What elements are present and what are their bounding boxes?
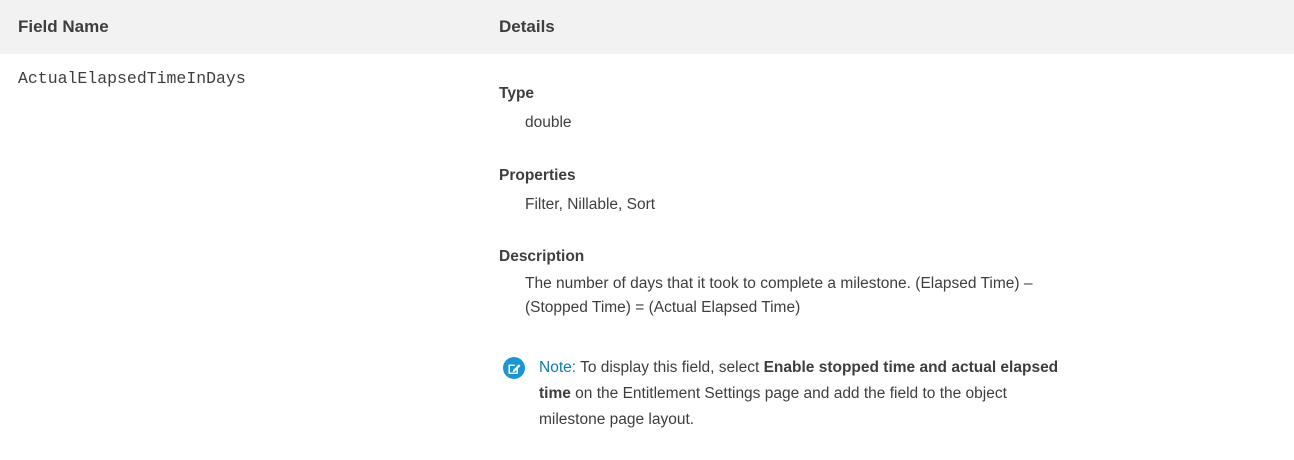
note-text-before: To display this field, select [580, 359, 764, 376]
description-label: Description [499, 248, 585, 265]
field-name-column-header: Field Name [18, 17, 109, 36]
field-table: Field Name Details ActualElapsedTimeInDa… [0, 0, 1294, 460]
properties-value: Filter, Nillable, Sort [525, 196, 656, 213]
details-column-header: Details [499, 17, 555, 36]
type-label: Type [499, 85, 535, 102]
note-text: Note: To display this field, select Enabl… [539, 355, 1069, 433]
table-header-row: Field Name Details [0, 0, 1294, 54]
field-name-cell: ActualElapsedTimeInDays [18, 69, 246, 88]
description-value: The number of days that it took to compl… [525, 275, 1033, 316]
note-edit-icon [503, 357, 525, 379]
note-label: Note: [539, 359, 577, 376]
properties-label: Properties [499, 167, 576, 184]
note-text-after: on the Entitlement Settings page and add… [539, 385, 1007, 428]
type-value: double [525, 114, 572, 131]
